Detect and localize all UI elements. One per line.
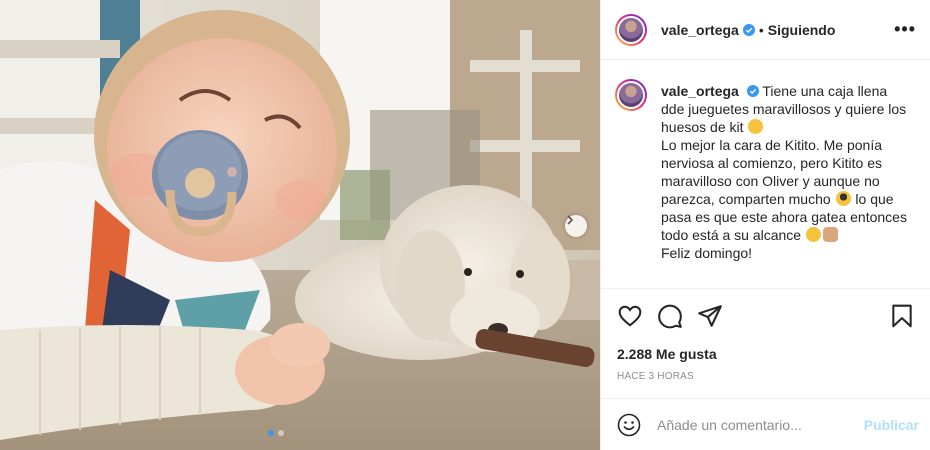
post-photo[interactable] <box>0 0 600 450</box>
verified-badge-icon <box>742 23 755 36</box>
comment-icon[interactable] <box>657 303 683 329</box>
chevron-right-icon <box>567 215 574 225</box>
post-header: vale_ortega • Siguiendo ••• <box>601 0 930 60</box>
caption-username[interactable]: vale_ortega <box>661 83 739 99</box>
paper-plane-icon[interactable] <box>697 303 723 329</box>
laughing-emoji-icon <box>748 119 764 134</box>
following-button[interactable]: Siguiendo <box>768 22 836 38</box>
publish-button[interactable]: Publicar <box>864 417 919 433</box>
carousel-dot-active <box>268 430 274 436</box>
smiley-icon[interactable] <box>617 413 641 437</box>
likes-count[interactable]: 2.288 Me gusta <box>617 346 717 362</box>
photo-illustration <box>0 0 600 450</box>
post-caption: vale_ortega Tiene una caja llena dde jue… <box>601 60 930 288</box>
author-avatar[interactable] <box>615 13 647 46</box>
more-options-icon[interactable]: ••• <box>894 19 916 40</box>
instagram-post: vale_ortega • Siguiendo ••• vale_ortega … <box>0 0 930 450</box>
flexed-biceps-emoji-icon <box>823 227 838 242</box>
sunglasses-emoji-icon <box>835 191 851 206</box>
carousel-dot <box>278 430 284 436</box>
next-photo-button[interactable] <box>565 215 587 237</box>
grinning-sweat-emoji-icon <box>806 227 821 242</box>
post-timestamp[interactable]: Hace 3 horas <box>617 371 694 382</box>
caption-text: vale_ortega Tiene una caja llena dde jue… <box>661 82 911 288</box>
caption-avatar[interactable] <box>615 79 647 111</box>
bookmark-icon[interactable] <box>889 303 915 329</box>
author-username[interactable]: vale_ortega <box>661 22 739 38</box>
carousel-indicator <box>268 430 284 436</box>
heart-icon[interactable] <box>617 303 643 329</box>
comment-form: Publicar <box>601 398 930 450</box>
comment-input[interactable] <box>655 415 864 434</box>
post-details-panel: vale_ortega • Siguiendo ••• vale_ortega … <box>600 0 930 450</box>
separator-dot: • <box>758 21 764 38</box>
caption-line-3: Feliz domingo! <box>661 245 753 261</box>
action-bar <box>601 288 930 342</box>
verified-badge-icon <box>746 85 759 97</box>
